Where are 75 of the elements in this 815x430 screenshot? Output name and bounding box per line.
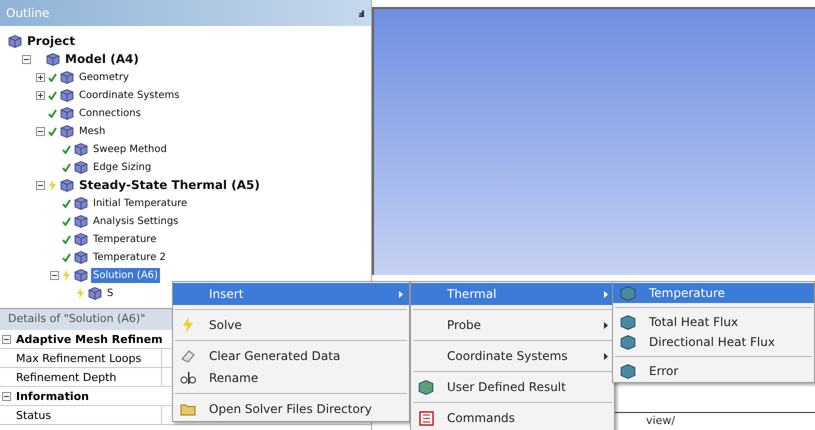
cube-icon [88, 286, 102, 300]
folder-icon [180, 402, 196, 416]
expand-toggle[interactable] [36, 180, 45, 190]
pin-button[interactable]: ⅎ [358, 4, 365, 22]
tree-item[interactable]: Model (A4) [63, 52, 141, 66]
eraser-icon [180, 349, 196, 363]
tree-item[interactable]: Temperature [91, 232, 158, 246]
tree-item[interactable]: Geometry [77, 70, 131, 84]
cube-icon [60, 124, 74, 138]
tree-item[interactable]: Steady-State Thermal (A5) [77, 178, 262, 192]
property-label: Status [12, 406, 162, 424]
tree-item[interactable]: S [105, 286, 116, 300]
property-label: Max Refinement Loops [12, 349, 162, 367]
menu-item[interactable]: Thermal [411, 283, 614, 305]
menu-item[interactable]: Temperature [613, 283, 814, 303]
menu-item[interactable]: Probe [411, 314, 614, 336]
cube-icon [620, 314, 636, 330]
cube-icon [60, 178, 74, 192]
panel-title: Details of "Solution (A6)" [8, 311, 146, 328]
view-tab[interactable]: view/ [642, 413, 680, 430]
cube-icon [620, 286, 636, 300]
cube-icon [8, 34, 22, 48]
tree-item[interactable]: Mesh [77, 124, 108, 138]
command-icon [418, 410, 434, 426]
cube-icon [60, 106, 74, 120]
cube-icon [74, 250, 88, 264]
collapse-toggle[interactable] [2, 334, 10, 344]
tree-item[interactable]: Connections [77, 106, 143, 120]
lightning-icon [181, 317, 195, 333]
expand-toggle[interactable] [36, 126, 45, 136]
cube-icon [74, 232, 88, 246]
menu-item[interactable]: Coordinate Systems [411, 345, 614, 367]
tree-item[interactable]: Sweep Method [91, 142, 169, 156]
cube-icon [60, 70, 74, 84]
cube-icon [74, 196, 88, 210]
menu-item[interactable]: Insert [173, 283, 409, 305]
menu-item[interactable]: Total Heat Flux [613, 312, 814, 332]
tree-item[interactable]: Analysis Settings [91, 214, 180, 228]
tree-item[interactable]: Temperature 2 [91, 250, 168, 264]
group-label: Adaptive Mesh Refinem [15, 332, 163, 348]
menu-item[interactable]: Solve [173, 314, 409, 336]
cube-icon [74, 160, 88, 174]
cube-icon [418, 380, 434, 394]
cube-icon [74, 214, 88, 228]
tree-item[interactable]: Solution (A6) [91, 268, 160, 282]
property-label: Refinement Depth [12, 368, 162, 386]
cube-icon [620, 364, 636, 378]
expand-toggle[interactable] [50, 270, 59, 280]
submenu-arrow-icon [604, 322, 608, 328]
cube-icon [620, 334, 636, 350]
menu-item[interactable]: Open Solver Files Directory [173, 398, 409, 420]
submenu-arrow-icon [399, 290, 403, 298]
expand-toggle[interactable] [36, 72, 45, 82]
submenu-arrow-icon [604, 290, 608, 298]
tree-item[interactable]: Project [25, 34, 78, 48]
submenu-arrow-icon [604, 352, 608, 360]
group-label: Information [15, 389, 89, 405]
tree-item[interactable]: Initial Temperature [91, 196, 190, 210]
cube-icon [60, 88, 74, 102]
menu-item[interactable]: Commands [411, 407, 614, 429]
cube-icon [46, 52, 60, 66]
rename-icon [180, 371, 196, 385]
menu-item[interactable]: Clear Generated Data [173, 345, 409, 367]
expand-toggle[interactable] [22, 54, 31, 64]
tree-item[interactable]: Coordinate Systems [77, 88, 182, 102]
collapse-toggle[interactable] [2, 392, 10, 400]
panel-title: Outline [6, 5, 50, 22]
cube-icon [74, 142, 88, 156]
menu-item[interactable]: Directional Heat Flux [613, 332, 814, 352]
cube-icon [74, 268, 88, 282]
tree-item[interactable]: Edge Sizing [91, 160, 154, 174]
menu-item[interactable]: User Defined Result [411, 376, 614, 398]
expand-toggle[interactable] [36, 90, 45, 100]
menu-item[interactable]: Rename [173, 367, 409, 389]
menu-item[interactable]: Error [613, 361, 814, 381]
